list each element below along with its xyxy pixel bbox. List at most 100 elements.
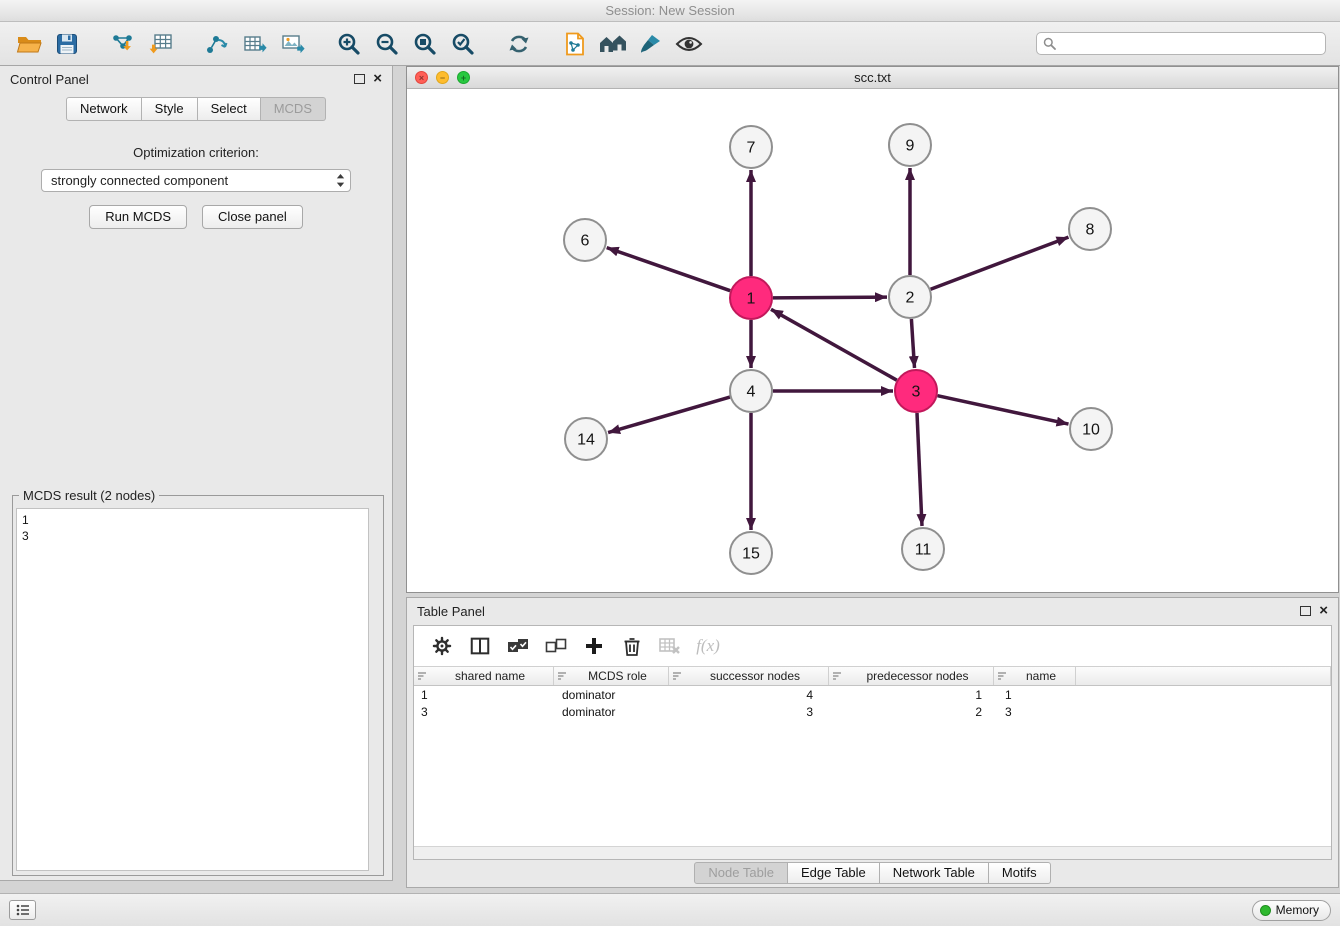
cell-mcds-role: dominator	[554, 688, 669, 702]
deselect-all-rows-button[interactable]	[540, 631, 572, 661]
tab-network-table[interactable]: Network Table	[880, 862, 989, 884]
graph-node-label: 6	[581, 233, 590, 250]
graph-edge-3-10[interactable]	[938, 396, 1069, 424]
tab-edge-table[interactable]: Edge Table	[788, 862, 880, 884]
tab-motifs[interactable]: Motifs	[989, 862, 1051, 884]
float-table-panel-button[interactable]	[1300, 606, 1311, 616]
memory-label: Memory	[1276, 903, 1319, 917]
tab-node-table[interactable]: Node Table	[694, 862, 788, 884]
column-header-shared-name[interactable]: shared name	[414, 667, 554, 685]
add-row-button[interactable]	[578, 631, 610, 661]
mcds-result-list[interactable]: 1 3	[16, 508, 369, 871]
refresh-view-button[interactable]	[500, 27, 538, 61]
window-titlebar: Session: New Session	[0, 0, 1340, 22]
table-panel-tabs: Node Table Edge Table Network Table Moti…	[407, 862, 1338, 884]
gear-icon	[431, 635, 453, 657]
graph-node-label: 14	[577, 432, 595, 449]
graph-node-8[interactable]: 8	[1069, 208, 1111, 250]
graph-node-label: 4	[747, 384, 756, 401]
control-panel: Control Panel × Network Style Select MCD…	[0, 66, 393, 881]
cell-predecessor-nodes: 2	[829, 705, 994, 719]
float-control-panel-button[interactable]	[354, 74, 365, 84]
cell-name: 3	[994, 705, 1076, 719]
select-all-rows-button[interactable]	[502, 631, 534, 661]
search-input[interactable]	[1060, 36, 1319, 51]
export-table-button[interactable]	[236, 27, 274, 61]
show-columns-button[interactable]	[464, 631, 496, 661]
open-session-button[interactable]	[10, 27, 48, 61]
graph-node-10[interactable]: 10	[1070, 408, 1112, 450]
deselect-all-icon	[544, 636, 568, 656]
graph-node-15[interactable]: 15	[730, 532, 772, 574]
column-header-name[interactable]: name	[994, 667, 1076, 685]
network-canvas[interactable]: 1 2 3 4 6 7 8 9 10 11 14 15	[407, 89, 1338, 592]
close-table-panel-button[interactable]: ×	[1319, 606, 1328, 616]
graph-edge-3-1[interactable]	[771, 309, 897, 380]
control-panel-header: Control Panel ×	[0, 66, 392, 92]
control-panel-tabs: Network Style Select MCDS	[0, 97, 392, 121]
show-hide-panels-button[interactable]	[670, 27, 708, 61]
delete-rows-button[interactable]	[616, 631, 648, 661]
table-horizontal-scrollbar[interactable]	[414, 846, 1331, 859]
graph-node-1[interactable]: 1	[730, 277, 772, 319]
tab-select[interactable]: Select	[198, 97, 261, 121]
network-manager-button[interactable]	[594, 27, 632, 61]
graph-node-label: 1	[747, 291, 756, 308]
graph-edge-3-11[interactable]	[917, 413, 922, 526]
zoom-out-button[interactable]	[368, 27, 406, 61]
list-icon	[16, 904, 30, 916]
table-row[interactable]: 1 dominator 4 1 1	[414, 686, 1331, 703]
zoom-in-button[interactable]	[330, 27, 368, 61]
run-mcds-button[interactable]: Run MCDS	[89, 205, 187, 229]
zoom-out-icon	[374, 31, 400, 57]
table-row[interactable]: 3 dominator 3 2 3	[414, 703, 1331, 720]
column-header-predecessor-nodes[interactable]: predecessor nodes	[829, 667, 994, 685]
graph-edge-2-3[interactable]	[911, 319, 914, 368]
tab-mcds[interactable]: MCDS	[261, 97, 326, 121]
graph-node-6[interactable]: 6	[564, 219, 606, 261]
graph-node-4[interactable]: 4	[730, 370, 772, 412]
graph-node-9[interactable]: 9	[889, 124, 931, 166]
graph-edge-4-14[interactable]	[608, 397, 730, 433]
cell-predecessor-nodes: 1	[829, 688, 994, 702]
delete-table-button[interactable]	[654, 631, 686, 661]
graph-node-3[interactable]: 3	[895, 370, 937, 412]
table-settings-button[interactable]	[426, 631, 458, 661]
graph-edge-2-8[interactable]	[931, 237, 1069, 289]
graph-edge-1-6[interactable]	[607, 248, 731, 291]
function-builder-button[interactable]: f(x)	[692, 631, 724, 661]
tab-network[interactable]: Network	[66, 97, 142, 121]
save-floppy-icon	[55, 32, 79, 56]
graph-edge-1-2[interactable]	[773, 297, 887, 298]
export-image-button[interactable]	[274, 27, 312, 61]
graph-node-7[interactable]: 7	[730, 126, 772, 168]
graph-node-14[interactable]: 14	[565, 418, 607, 460]
import-table-button[interactable]	[142, 27, 180, 61]
sort-icon	[672, 671, 682, 681]
optimization-criterion-label: Optimization criterion:	[0, 145, 392, 160]
column-header-successor-nodes[interactable]: successor nodes	[669, 667, 829, 685]
export-network-button[interactable]	[198, 27, 236, 61]
zoom-selected-button[interactable]	[444, 27, 482, 61]
graph-node-11[interactable]: 11	[902, 528, 944, 570]
sort-icon	[417, 671, 427, 681]
apply-style-button[interactable]	[632, 27, 670, 61]
tab-style[interactable]: Style	[142, 97, 198, 121]
import-network-button[interactable]	[104, 27, 142, 61]
graph-node-2[interactable]: 2	[889, 276, 931, 318]
zoom-fit-button[interactable]	[406, 27, 444, 61]
clone-network-button[interactable]	[556, 27, 594, 61]
cell-shared-name: 3	[414, 705, 554, 719]
table-panel-title: Table Panel	[417, 604, 485, 619]
graph-node-label: 9	[906, 138, 915, 155]
table-toolbar: f(x)	[414, 626, 1331, 666]
memory-button[interactable]: Memory	[1252, 900, 1331, 921]
search-box	[1036, 32, 1326, 55]
close-panel-button[interactable]: Close panel	[202, 205, 303, 229]
save-session-button[interactable]	[48, 27, 86, 61]
cell-name: 1	[994, 688, 1076, 702]
column-header-mcds-role[interactable]: MCDS role	[554, 667, 669, 685]
optimization-criterion-select[interactable]: strongly connected component	[41, 169, 351, 192]
close-control-panel-button[interactable]: ×	[373, 74, 382, 84]
status-menu-button[interactable]	[9, 900, 36, 920]
